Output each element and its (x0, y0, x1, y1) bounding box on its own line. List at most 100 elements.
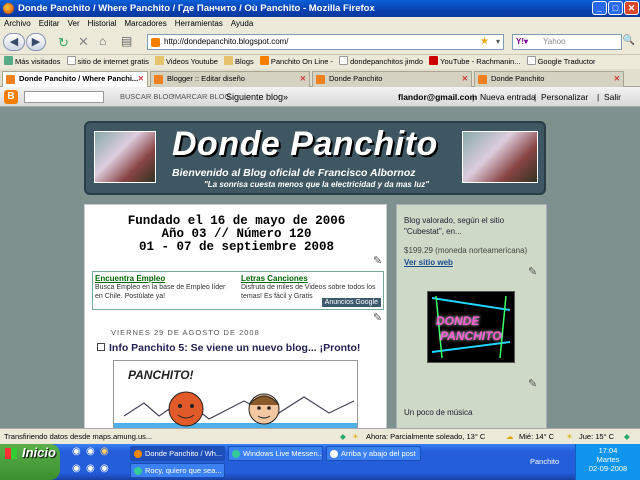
sidebar-icon[interactable]: ▤ (121, 34, 132, 48)
weather-wednesday: Mié: 14° C (519, 432, 555, 441)
edit-wrench-icon[interactable]: ✎ (528, 377, 537, 390)
weather-icon: ☁ (506, 432, 514, 441)
post-drawing: PANCHITO! (113, 360, 358, 428)
search-blog-button[interactable]: BUSCAR BLOG (120, 87, 174, 107)
bookmark-item[interactable]: Más visitados (4, 56, 60, 66)
customize-link[interactable]: Personalizar (541, 87, 588, 107)
blogger-navbar: B BUSCAR BLOG *MARCAR BLOG Siguiente blo… (0, 87, 640, 107)
tab-donde-panchito-active[interactable]: Donde Panchito / Where Panchi... ✕ (2, 71, 148, 87)
quicklaunch-icon[interactable]: ◉ (86, 446, 95, 457)
main-column: Fundado el 16 de mayo de 2006 Año 03 // … (84, 204, 387, 428)
ad1-title[interactable]: Encuentra Empleo (95, 274, 165, 283)
bookmark-item[interactable]: sitio de internet gratis (66, 56, 149, 66)
author-photo-right (462, 131, 538, 183)
blog-search-input[interactable] (24, 91, 104, 103)
maximize-button[interactable]: □ (608, 1, 623, 15)
tab-donde-panchito-2[interactable]: Donde Panchito ✕ (312, 71, 472, 87)
taskbar-item-firefox[interactable]: Donde Panchito / Wh... (130, 446, 225, 461)
home-icon[interactable]: ⌂ (99, 34, 106, 48)
start-button[interactable]: Inicio (0, 444, 60, 480)
search-placeholder: Yahoo (543, 37, 566, 46)
firefox-icon (3, 3, 14, 14)
quicklaunch-icon[interactable]: ◉ (100, 463, 109, 474)
menu-historial[interactable]: Historial (84, 19, 121, 28)
logout-link[interactable]: Salir (604, 87, 621, 107)
logo-text-2: PANCHITO (440, 329, 502, 343)
menu-marcadores[interactable]: Marcadores (121, 19, 171, 28)
blog-header: Donde Panchito Bienvenido al Blog oficia… (84, 121, 546, 195)
blog-quote: "La sonrisa cuesta menos que la electric… (204, 180, 430, 189)
menu-archivo[interactable]: Archivo (0, 19, 35, 28)
bookmark-item[interactable]: dondepanchitos jimdo (339, 56, 423, 66)
next-blog-link[interactable]: Siguiente blog» (226, 87, 288, 107)
tab-bar: Donde Panchito / Where Panchi... ✕ Blogge… (0, 69, 640, 87)
bookmark-item[interactable]: Panchito On Line - (259, 56, 333, 66)
yahoo-icon: Y!▾ (516, 37, 529, 46)
search-icon[interactable]: 🔍 (623, 34, 635, 48)
clock-date: 02-09-2008 (588, 464, 628, 473)
author-photo-left (94, 131, 156, 183)
bookmarks-toolbar: Más visitados sitio de internet gratis V… (0, 55, 640, 69)
edit-wrench-icon[interactable]: ✎ (528, 265, 537, 278)
forward-button[interactable]: ▶ (26, 33, 46, 51)
ad1-text: Busca Empleo en la base de Empleo líder … (95, 284, 226, 300)
search-input[interactable]: Y!▾ Yahoo 🔍 (512, 34, 635, 50)
post-title[interactable]: Info Panchito 5: Se viene un nuevo blog.… (97, 342, 360, 354)
edit-wrench-icon[interactable]: ✎ (373, 311, 382, 324)
url-text: http://dondepanchito.blogspot.com/ (164, 37, 289, 46)
system-tray: 17:04 Martes 02-09-2008 (575, 444, 640, 480)
post-icon (97, 343, 105, 351)
menu-ver[interactable]: Ver (64, 19, 84, 28)
dropdown-icon[interactable]: ▾ (496, 35, 500, 49)
tab-donde-panchito-3[interactable]: Donde Panchito ✕ (474, 71, 624, 87)
quicklaunch-icon[interactable]: ◉ (86, 463, 95, 474)
blog-subtitle: Bienvenido al Blog oficial de Francisco … (172, 167, 416, 179)
svg-text:PANCHITO!: PANCHITO! (128, 368, 194, 382)
clock-day: Martes (596, 455, 620, 464)
menu-editar[interactable]: Editar (35, 19, 64, 28)
visit-site-link[interactable]: Ver sitio web (404, 258, 453, 267)
bookmark-item[interactable]: YouTube - Rachmanin... (429, 56, 520, 66)
close-button[interactable]: ✕ (624, 1, 639, 15)
donde-panchito-logo[interactable]: DONDE PANCHITO (427, 291, 515, 363)
taskbar-item-post[interactable]: Arriba y abajo del post (326, 446, 421, 461)
blog-title[interactable]: Donde Panchito (172, 125, 438, 164)
quicklaunch-icon[interactable]: ◉ (100, 446, 109, 457)
status-text: Transfiriendo datos desde maps.amung.us.… (4, 432, 153, 441)
quicklaunch-icon[interactable]: ◉ (72, 463, 81, 474)
bookmark-item[interactable]: Videos Youtube (154, 56, 218, 66)
google-ads-badge[interactable]: Anuncios Google (321, 298, 381, 307)
taskbar-item-chat[interactable]: Rocy, quiero que sea... (130, 463, 225, 478)
new-post-link[interactable]: Nueva entrada (480, 87, 536, 107)
bookmark-item[interactable]: Blogs (224, 56, 254, 66)
menu-herramientas[interactable]: Herramientas (171, 19, 227, 28)
edit-wrench-icon[interactable]: ✎ (373, 254, 382, 267)
reload-icon[interactable]: ↻ (58, 35, 69, 51)
bookmark-item[interactable]: Google Traductor (526, 56, 596, 66)
blog-value: $199.29 (moneda norteamericana) (404, 246, 528, 255)
user-name: Panchito (530, 457, 560, 466)
weather-icon: ☀ (352, 432, 359, 441)
back-button[interactable]: ◀ (3, 33, 25, 51)
tab-blogger-editar[interactable]: Blogger :: Editar diseño ✕ (150, 71, 310, 87)
taskbar: Inicio ◉ ◉ ◉ ◉ ◉ ◉ Donde Panchito / Wh..… (0, 444, 640, 480)
addon-icon[interactable]: ◆ (624, 429, 630, 445)
status-bar: Transfiriendo datos desde maps.amung.us.… (0, 428, 640, 444)
music-section-title: Un poco de música (404, 408, 473, 417)
ad2-title[interactable]: Letras Canciones (241, 274, 308, 283)
drawing-illustration: PANCHITO! (114, 361, 357, 428)
menu-ayuda[interactable]: Ayuda (227, 19, 258, 28)
taskbar-item-messenger[interactable]: Windows Live Messen... (228, 446, 323, 461)
clock-time[interactable]: 17:04 (576, 446, 640, 455)
stop-icon[interactable]: ✕ (78, 34, 89, 50)
page-content: Donde Panchito Bienvenido al Blog oficia… (0, 107, 640, 428)
quicklaunch-icon[interactable]: ◉ (72, 446, 81, 457)
minimize-button[interactable]: _ (592, 1, 607, 15)
blogger-favicon-icon (151, 38, 160, 47)
url-bar[interactable]: http://dondepanchito.blogspot.com/ ★ ▾ (147, 34, 504, 50)
blogger-logo-icon[interactable]: B (4, 90, 18, 104)
addon-icon[interactable]: ◆ (340, 429, 346, 445)
star-icon[interactable]: ★ (480, 35, 489, 49)
mark-blog-button[interactable]: *MARCAR BLOG (172, 87, 230, 107)
weather-thursday: Jue: 15° C (579, 432, 615, 441)
